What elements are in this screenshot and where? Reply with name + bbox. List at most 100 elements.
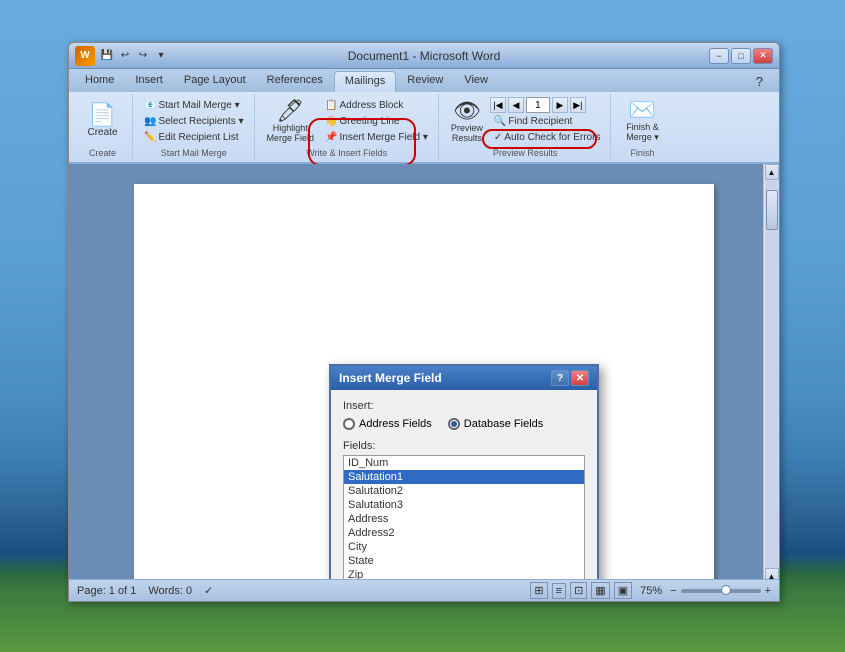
greeting-icon: 👋 [325,116,337,127]
preview-results-button[interactable]: 👁 PreviewResults [446,97,488,146]
window-controls: − □ ✕ [709,48,773,64]
status-right: ⊞ ≡ ⊡ ▦ ▣ 75% − + [530,582,771,599]
check-icon-status: ✓ [204,584,213,597]
field-address[interactable]: Address [344,512,584,526]
auto-check-errors-button[interactable]: ✓ Auto Check for Errors [490,130,605,145]
find-recipient-button[interactable]: 🔍 Find Recipient [490,114,605,129]
status-left: Page: 1 of 1 Words: 0 ✓ [77,584,213,597]
zoom-slider[interactable] [681,589,761,593]
recipients-icon: 👥 [144,116,156,127]
greeting-line-button[interactable]: 👋 Greeting Line [321,114,432,129]
title-bar: W 💾 ↩ ↪ ▾ Document1 - Microsoft Word − □… [69,43,779,69]
field-city[interactable]: City [344,540,584,554]
dialog-title-bar: Insert Merge Field ? ✕ [331,366,597,390]
tab-page-layout[interactable]: Page Layout [174,71,256,92]
edit-list-icon: ✏️ [144,132,156,143]
start-mail-merge-label: Start Mail Merge [161,148,227,158]
ribbon-group-write-insert: 🖊 HighlightMerge Field 📋 Address Block 👋… [256,94,439,160]
create-label: Create [89,148,116,158]
minimize-button[interactable]: − [709,48,729,64]
save-qa-button[interactable]: 💾 [99,48,115,64]
tab-mailings[interactable]: Mailings [334,71,396,92]
tab-review[interactable]: Review [397,71,453,92]
ribbon-group-start-mail-merge: 📧 Start Mail Merge ▾ 👥 Select Recipients… [134,94,255,160]
document-area: ▲ ▲ ▼ Insert Merge Field ? ✕ Insert: [69,164,779,600]
address-block-button[interactable]: 📋 Address Block [321,98,432,113]
zoom-minus[interactable]: − [670,585,676,597]
start-mail-content: 📧 Start Mail Merge ▾ 👥 Select Recipients… [140,96,248,146]
view-btn-5[interactable]: ▣ [614,582,632,599]
page-info: Page: 1 of 1 [77,585,136,597]
radio-database-dot [448,418,460,430]
insert-label: Insert: [343,400,585,412]
write-insert-content: 🖊 HighlightMerge Field 📋 Address Block 👋… [262,96,432,146]
next-record-button[interactable]: ▶ [552,97,568,113]
field-salutation3[interactable]: Salutation3 [344,498,584,512]
create-button[interactable]: 📄 Create [81,101,125,141]
tab-insert[interactable]: Insert [125,71,173,92]
zoom-plus[interactable]: + [765,585,771,597]
radio-database-label: Database Fields [464,418,544,430]
preview-results-label: Preview Results [493,148,558,158]
last-record-button[interactable]: ▶| [570,97,586,113]
maximize-button[interactable]: □ [731,48,751,64]
record-number[interactable]: 1 [526,97,550,113]
redo-qa-button[interactable]: ↪ [135,48,151,64]
mail-merge-icon: 📧 [144,100,156,111]
view-btn-1[interactable]: ⊞ [530,582,547,599]
field-salutation1[interactable]: Salutation1 [344,470,584,484]
select-recipients-button[interactable]: 👥 Select Recipients ▾ [140,114,248,129]
start-mail-merge-button[interactable]: 📧 Start Mail Merge ▾ [140,98,248,113]
ribbon-group-preview: 👁 PreviewResults |◀ ◀ 1 ▶ ▶| [440,94,612,160]
write-insert-label: Write & Insert Fields [306,148,387,158]
nav-controls: |◀ ◀ 1 ▶ ▶| [490,97,605,113]
preview-content: 👁 PreviewResults |◀ ◀ 1 ▶ ▶| [446,96,605,146]
field-id-num[interactable]: ID_Num [344,456,584,470]
zoom-thumb[interactable] [721,585,731,595]
prev-record-button[interactable]: ◀ [508,97,524,113]
dropdown-qa-button[interactable]: ▾ [153,48,169,64]
scroll-track [765,180,779,568]
tab-references[interactable]: References [257,71,333,92]
highlight-icon: 🖊 [276,100,304,122]
insert-merge-field-button[interactable]: 📌 Insert Merge Field ▾ [321,130,432,145]
dialog-close-button[interactable]: ✕ [571,370,589,386]
zoom-level: 75% [640,585,662,597]
radio-address-label: Address Fields [359,418,432,430]
preview-nav: |◀ ◀ 1 ▶ ▶| 🔍 Find Recipient [490,97,605,145]
ribbon-group-finish: ✉️ Finish &Merge ▾ Finish [612,94,672,160]
insert-merge-field-dialog: Insert Merge Field ? ✕ Insert: Address F… [329,364,599,600]
undo-qa-button[interactable]: ↩ [117,48,133,64]
view-btn-2[interactable]: ≡ [552,583,566,599]
scroll-up-button[interactable]: ▲ [765,164,779,180]
ribbon-content: 📄 Create Create 📧 Start Mail Merge ▾ [69,92,779,162]
radio-group: Address Fields Database Fields [343,418,585,430]
field-salutation2[interactable]: Salutation2 [344,484,584,498]
finish-icon: ✉️ [629,99,656,121]
word-window: W 💾 ↩ ↪ ▾ Document1 - Microsoft Word − □… [68,42,780,602]
view-btn-3[interactable]: ⊡ [570,582,587,599]
first-record-button[interactable]: |◀ [490,97,506,113]
tab-bar: Home Insert Page Layout References Maili… [69,69,779,92]
radio-address-fields[interactable]: Address Fields [343,418,432,430]
radio-database-fields[interactable]: Database Fields [448,418,544,430]
insert-field-buttons: 📋 Address Block 👋 Greeting Line 📌 Insert… [321,98,432,145]
create-content: 📄 Create [81,96,125,146]
vertical-scrollbar[interactable]: ▲ ▲ ▼ [763,164,779,600]
edit-recipient-list-button[interactable]: ✏️ Edit Recipient List [140,130,248,145]
help-button[interactable]: ? [746,71,773,92]
create-icon: 📄 [89,104,116,126]
field-state[interactable]: State [344,554,584,568]
highlight-merge-field-button[interactable]: 🖊 HighlightMerge Field [262,97,320,146]
quick-access-toolbar: 💾 ↩ ↪ ▾ [99,48,169,64]
dialog-title-buttons: ? ✕ [551,370,589,386]
view-btn-4[interactable]: ▦ [591,582,609,599]
dialog-help-button[interactable]: ? [551,370,569,386]
finish-merge-button[interactable]: ✉️ Finish &Merge ▾ [620,96,664,146]
scroll-thumb[interactable] [766,190,778,230]
tab-view[interactable]: View [454,71,498,92]
status-bar: Page: 1 of 1 Words: 0 ✓ ⊞ ≡ ⊡ ▦ ▣ 75% − … [69,579,779,601]
tab-home[interactable]: Home [75,71,124,92]
close-button[interactable]: ✕ [753,48,773,64]
field-address2[interactable]: Address2 [344,526,584,540]
